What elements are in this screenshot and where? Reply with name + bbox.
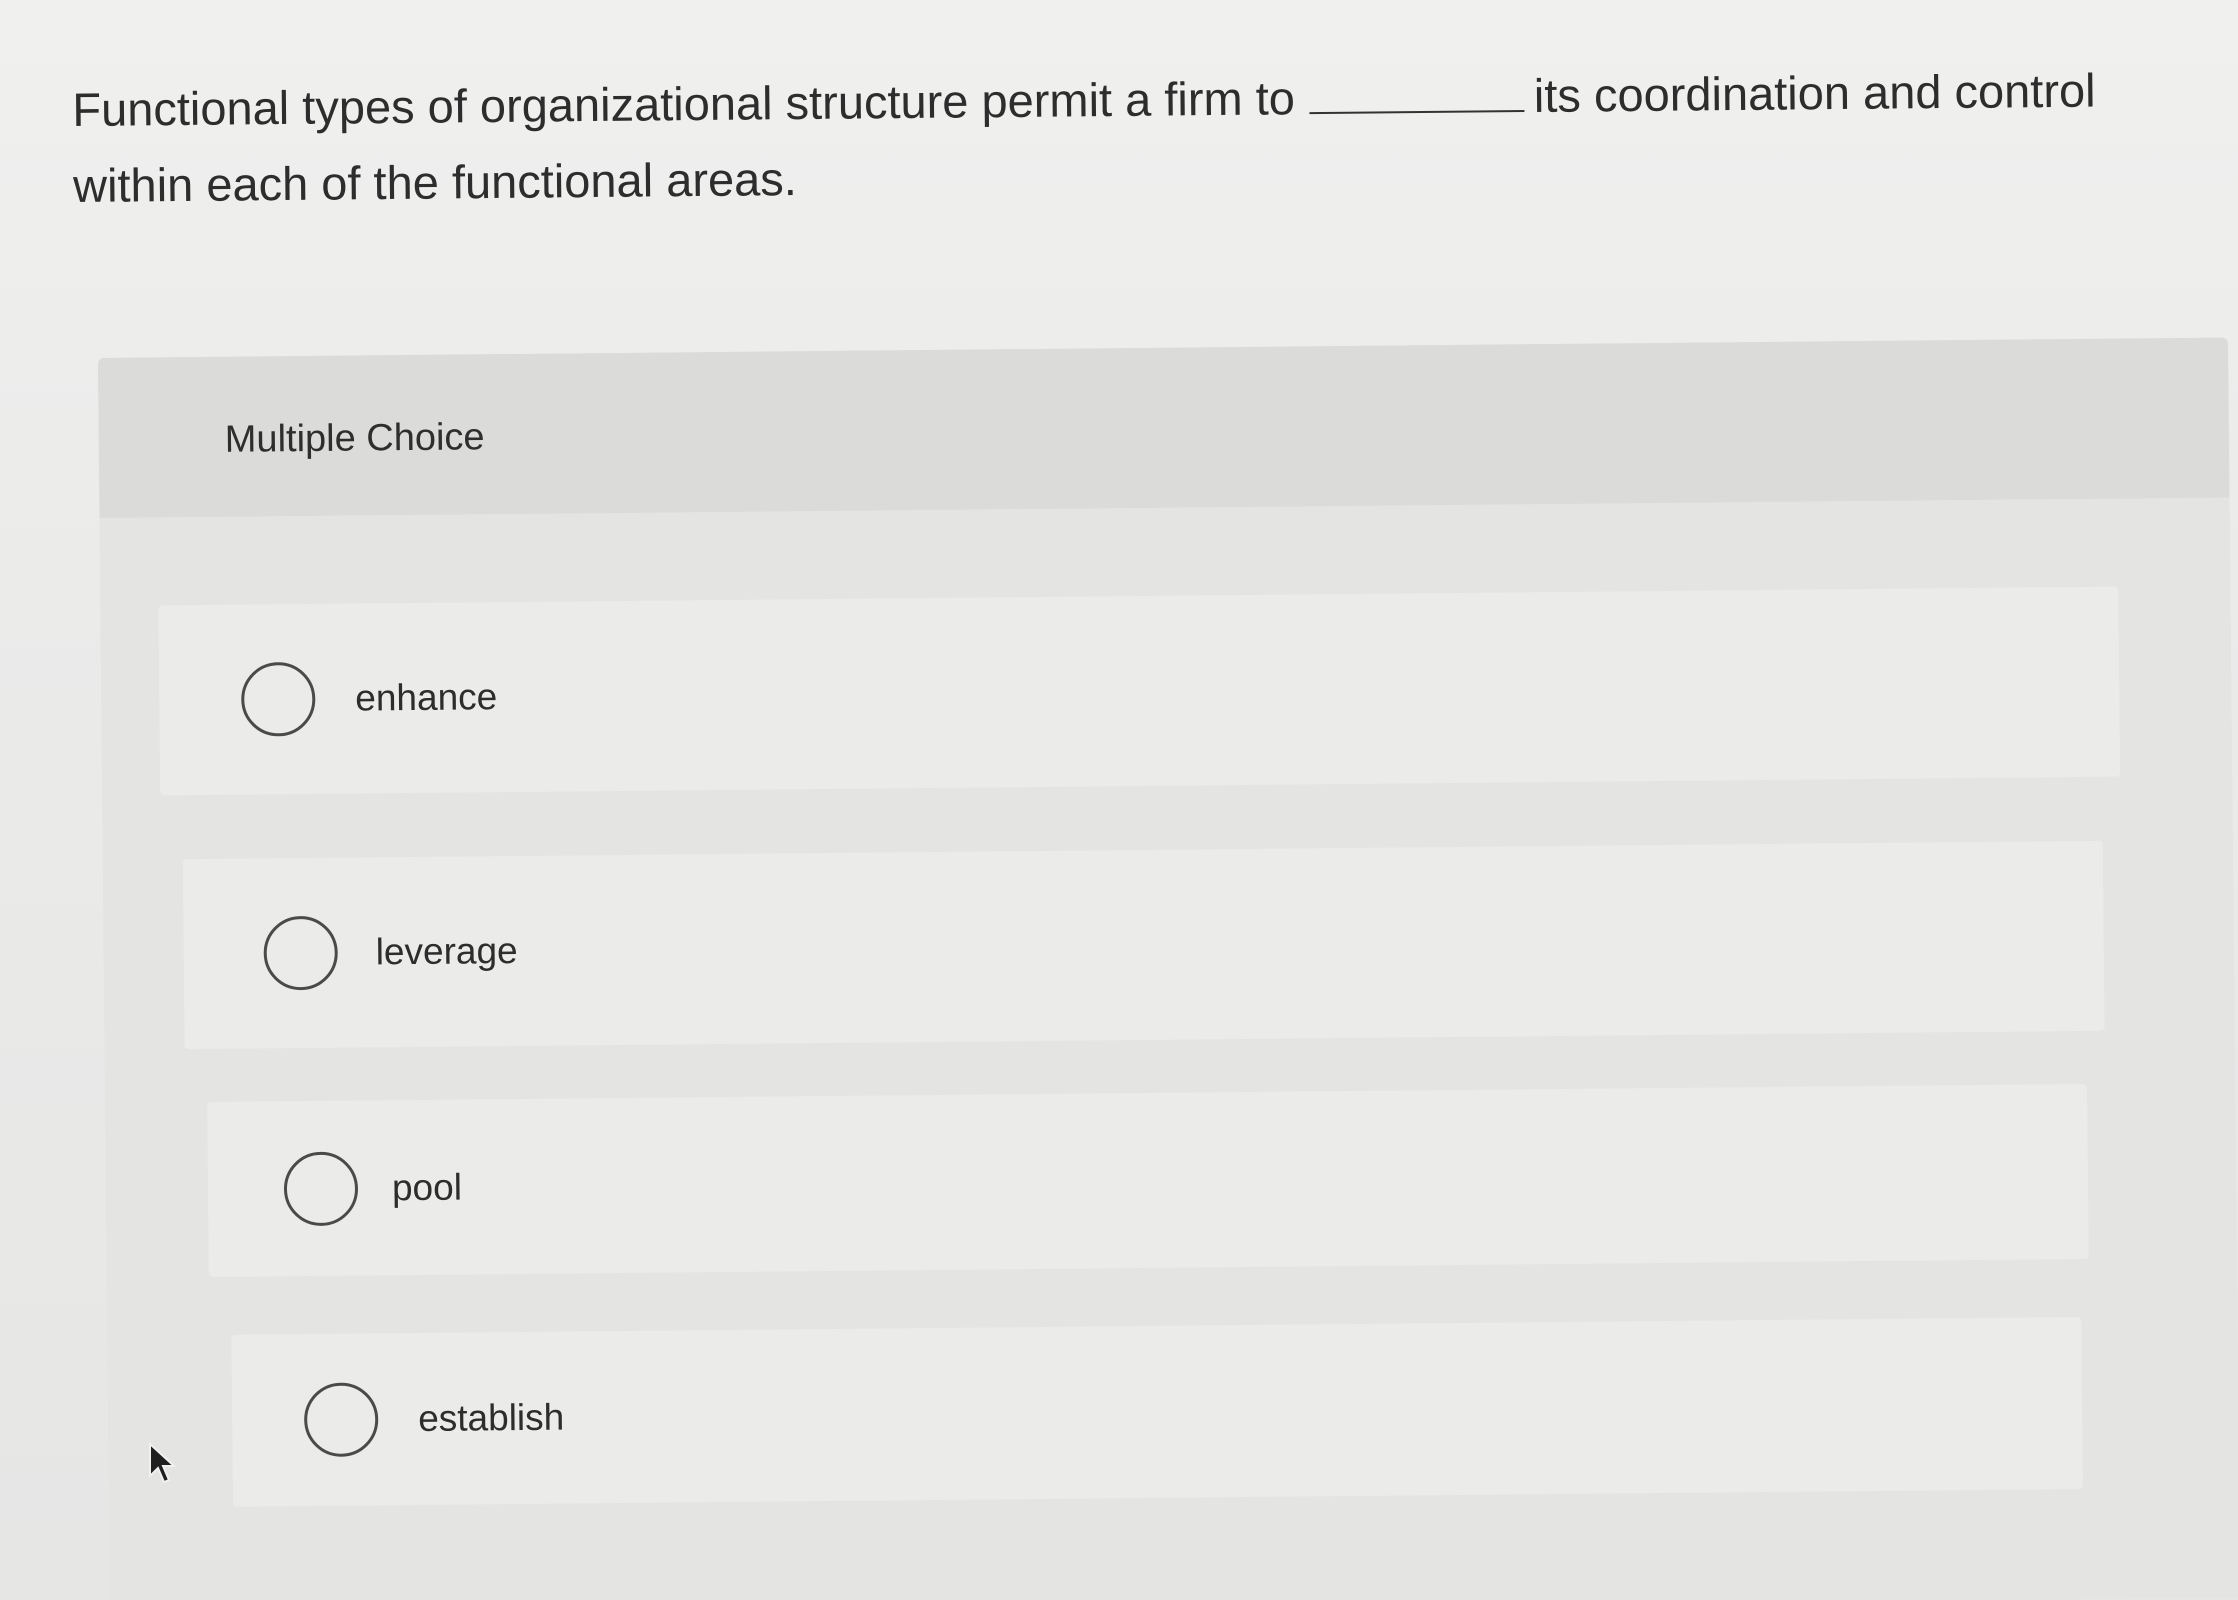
option-label[interactable]: leverage	[376, 930, 518, 973]
mouse-pointer-icon	[149, 1442, 177, 1484]
option-label[interactable]: enhance	[355, 676, 497, 719]
radio-unselected-icon[interactable]	[263, 915, 339, 991]
quiz-page: Functional types of organizational struc…	[0, 0, 2238, 1600]
option-establish[interactable]: establish	[231, 1317, 2083, 1507]
option-label[interactable]: establish	[418, 1397, 564, 1440]
radio-unselected-icon[interactable]	[283, 1151, 359, 1226]
radio-unselected-icon[interactable]	[303, 1382, 379, 1458]
option-label[interactable]: pool	[392, 1166, 462, 1209]
option-leverage[interactable]: leverage	[182, 840, 2105, 1050]
question-text: Functional types of organizational struc…	[72, 52, 2153, 224]
options-list: enhance leverage pool establish	[99, 497, 2238, 1600]
multiple-choice-panel: Multiple Choice enhance leverage pool es…	[98, 337, 2238, 1600]
multiple-choice-header: Multiple Choice	[98, 337, 2230, 518]
multiple-choice-title: Multiple Choice	[224, 416, 485, 461]
answer-blank	[1309, 110, 1525, 115]
radio-unselected-icon[interactable]	[240, 661, 316, 737]
question-text-before-blank: Functional types of organizational struc…	[72, 71, 1296, 136]
option-pool[interactable]: pool	[207, 1083, 2089, 1277]
option-enhance[interactable]: enhance	[158, 586, 2121, 796]
